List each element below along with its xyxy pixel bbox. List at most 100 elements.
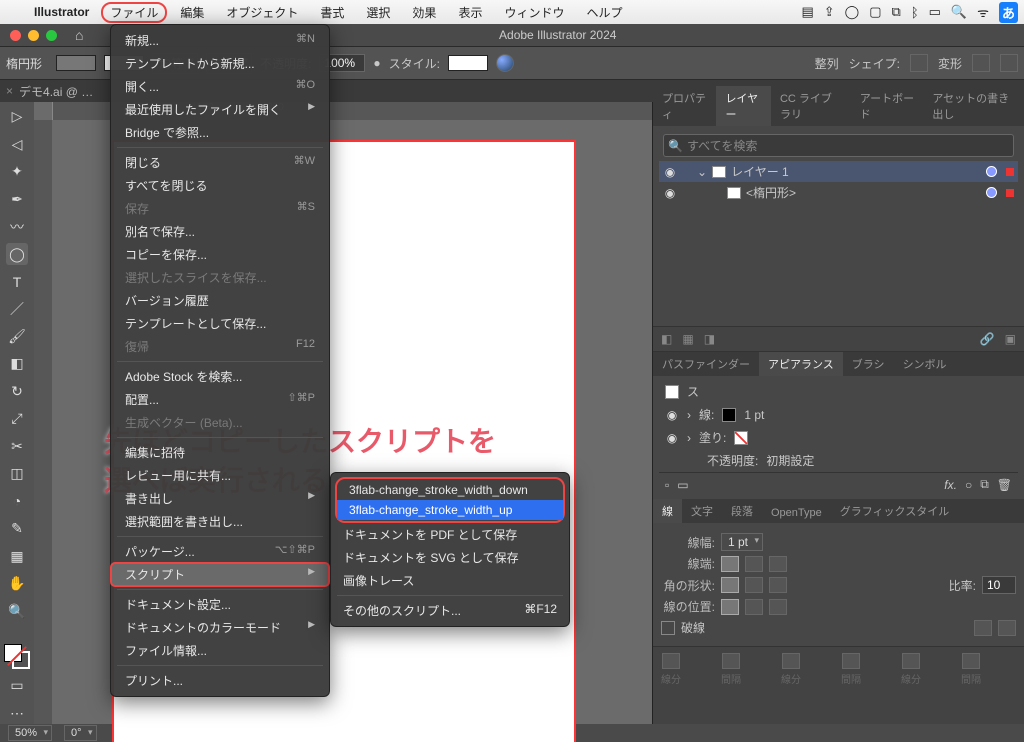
layer-row[interactable]: ◉ ⌄ レイヤー 1 [659, 161, 1018, 182]
layer-name[interactable]: <楕円形> [746, 184, 796, 201]
menu-view[interactable]: 表示 [449, 2, 491, 23]
join-bevel-icon[interactable] [769, 577, 787, 593]
mi-export-sel[interactable]: 選択範囲を書き出し... [111, 510, 329, 533]
mi-close[interactable]: 閉じる⌘W [111, 151, 329, 174]
tab-brushes[interactable]: ブラシ [843, 352, 894, 376]
mi-from-template[interactable]: テンプレートから新規... [111, 52, 329, 75]
transform-link[interactable]: 変形 [938, 55, 962, 72]
tab-layers[interactable]: レイヤー [716, 86, 771, 126]
mi-review[interactable]: レビュー用に共有... [111, 464, 329, 487]
mi-fileinfo[interactable]: ファイル情報... [111, 639, 329, 662]
dropbox-icon[interactable]: ⇪ [824, 4, 835, 20]
dash-field[interactable] [782, 653, 800, 669]
tab-symbols[interactable]: シンボル [894, 352, 956, 376]
width-tool-icon[interactable]: ✂ [6, 436, 28, 457]
shape-builder-tool-icon[interactable]: ◔ [6, 491, 28, 512]
appearance-fill-row[interactable]: ◉› 塗り: [659, 426, 1018, 449]
display-icon[interactable]: ▢ [869, 4, 881, 20]
free-transform-tool-icon[interactable]: ◫ [6, 463, 28, 484]
screen-mode-icon[interactable]: ▭ [6, 675, 28, 696]
mi-colormode[interactable]: ドキュメントのカラーモード [111, 616, 329, 639]
mi-version[interactable]: バージョン履歴 [111, 289, 329, 312]
recolor-icon[interactable] [496, 54, 514, 72]
mi-other-scripts[interactable]: その他のスクリプト...⌘F12 [331, 599, 569, 622]
app-name[interactable]: Illustrator [26, 5, 97, 19]
mi-scripts[interactable]: スクリプト [111, 563, 329, 586]
clear-icon[interactable]: ○ [965, 478, 972, 492]
shape-icon[interactable] [910, 54, 928, 72]
dash-field[interactable] [902, 653, 920, 669]
ime-indicator[interactable]: あ [999, 2, 1018, 23]
mi-export[interactable]: 書き出し [111, 487, 329, 510]
mi-recent[interactable]: 最近使用したファイルを開く [111, 98, 329, 121]
color-panel-icon[interactable]: ◧ [661, 332, 672, 346]
type-tool-icon[interactable]: T [6, 271, 28, 292]
menu-window[interactable]: ウィンドウ [495, 2, 573, 23]
status-icon[interactable]: ▤ [801, 4, 813, 20]
zoom-field[interactable]: 50% [8, 725, 52, 741]
fill-swatch[interactable] [56, 55, 96, 71]
fx-icon[interactable]: fx. [944, 478, 957, 492]
style-swatch[interactable] [448, 55, 488, 71]
hand-tool-icon[interactable]: ✋ [6, 573, 28, 594]
cap-square-icon[interactable] [769, 556, 787, 572]
panel-btn-icon[interactable]: ▫ [665, 478, 669, 492]
target-icon[interactable] [986, 187, 997, 198]
minimize-window-icon[interactable] [28, 30, 39, 41]
align-center-icon[interactable] [721, 599, 739, 615]
panel-btn-icon[interactable]: ▭ [677, 478, 688, 492]
mi-save-pdf[interactable]: ドキュメントを PDF として保存 [331, 523, 569, 546]
isolate-icon[interactable] [972, 54, 990, 72]
close-window-icon[interactable] [10, 30, 21, 41]
mi-docset[interactable]: ドキュメント設定... [111, 593, 329, 616]
mi-place[interactable]: 配置...⇧⌘P [111, 388, 329, 411]
tab-para[interactable]: 段落 [722, 499, 762, 523]
dashed-checkbox[interactable] [661, 621, 675, 635]
swatches-panel-icon[interactable]: ▦ [682, 332, 693, 346]
appearance-stroke-row[interactable]: ◉› 線: 1 pt [659, 403, 1018, 426]
selection-tool-icon[interactable]: ▷ [6, 106, 28, 127]
visibility-icon[interactable]: ◉ [663, 186, 677, 200]
mi-open[interactable]: 開く...⌘O [111, 75, 329, 98]
join-round-icon[interactable] [745, 577, 763, 593]
ratio-field[interactable]: 10 [982, 576, 1016, 594]
zoom-tool-icon[interactable]: 🔍 [6, 600, 28, 621]
tab-stroke[interactable]: 線 [653, 499, 682, 523]
gap-field[interactable] [722, 653, 740, 669]
pen-tool-icon[interactable]: ✒ [6, 188, 28, 209]
rotation-field[interactable]: 0° [64, 725, 97, 741]
tab-artboards[interactable]: アートボード [851, 86, 924, 126]
visibility-icon[interactable]: ◉ [665, 408, 679, 422]
mi-save-template[interactable]: テンプレートとして保存... [111, 312, 329, 335]
menu-select[interactable]: 選択 [357, 2, 399, 23]
fill-stroke-indicator[interactable] [4, 644, 30, 669]
tab-appearance[interactable]: アピアランス [759, 352, 843, 376]
mi-script-2[interactable]: 3flab-change_stroke_width_up [337, 500, 563, 520]
wifi-icon[interactable]: ᯤ [977, 3, 989, 21]
close-tab-icon[interactable]: × [6, 84, 13, 98]
stroke-value[interactable]: 1 pt [744, 408, 764, 422]
tab-properties[interactable]: プロパティ [653, 86, 716, 126]
target-icon[interactable] [986, 166, 997, 177]
align-inside-icon[interactable] [745, 599, 763, 615]
delete-icon[interactable]: 🗑 [997, 478, 1012, 492]
join-miter-icon[interactable] [721, 577, 739, 593]
shape-link[interactable]: シェイプ: [849, 55, 900, 72]
weight-field[interactable]: 1 pt [721, 533, 763, 551]
mi-save-copy[interactable]: コピーを保存... [111, 243, 329, 266]
tab-asset-export[interactable]: アセットの書き出し [923, 86, 1024, 126]
mi-image-trace[interactable]: 画像トレース [331, 569, 569, 592]
mi-save-as[interactable]: 別名で保存... [111, 220, 329, 243]
rotate-tool-icon[interactable]: ↻ [6, 381, 28, 402]
fill-color-swatch[interactable] [734, 431, 748, 445]
menu-help[interactable]: ヘルプ [577, 2, 631, 23]
stroke-color-swatch[interactable] [722, 408, 736, 422]
duplicate-icon[interactable]: ⧉ [980, 477, 989, 492]
home-icon[interactable]: ⌂ [67, 27, 91, 43]
action-panel-icon[interactable]: ▣ [1005, 332, 1016, 346]
spotlight-icon[interactable]: 🔍 [951, 4, 967, 20]
mi-bridge[interactable]: Bridge で参照... [111, 121, 329, 144]
dash-preserve-icon[interactable] [974, 620, 992, 636]
tab-cclib[interactable]: CC ライブラリ [771, 86, 851, 126]
line-icon[interactable]: ◯ [845, 4, 860, 20]
